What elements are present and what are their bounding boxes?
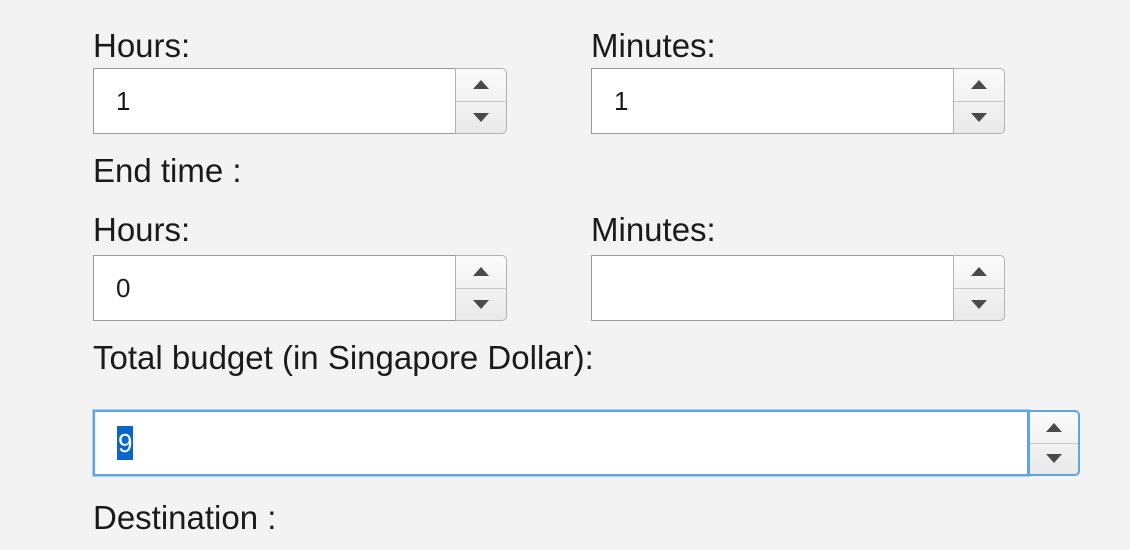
end-minutes-increment-button[interactable] xyxy=(954,256,1004,289)
start-hours-spin-buttons[interactable] xyxy=(455,68,507,134)
end-hours-increment-button[interactable] xyxy=(456,256,506,289)
chevron-down-icon xyxy=(1046,454,1062,464)
end-hours-spinner[interactable]: 0 xyxy=(93,255,507,321)
end-minutes-spin-buttons[interactable] xyxy=(953,255,1005,321)
end-time-title: End time : xyxy=(93,152,242,189)
start-minutes-input[interactable]: 1 xyxy=(591,68,955,134)
chevron-down-icon xyxy=(473,112,489,122)
start-minutes-increment-button[interactable] xyxy=(954,69,1004,102)
end-minutes-decrement-button[interactable] xyxy=(954,289,1004,321)
start-hours-spinner[interactable]: 1 xyxy=(93,68,507,134)
end-hours-spin-buttons[interactable] xyxy=(455,255,507,321)
end-minutes-label: Minutes: xyxy=(591,211,716,248)
budget-spin-buttons[interactable] xyxy=(1028,410,1080,476)
budget-spinner[interactable]: 9 xyxy=(93,410,1080,476)
end-hours-input[interactable]: 0 xyxy=(93,255,457,321)
destination-label: Destination : xyxy=(93,499,277,536)
start-minutes-label: Minutes: xyxy=(591,27,716,64)
chevron-up-icon xyxy=(473,80,489,90)
chevron-down-icon xyxy=(473,299,489,309)
start-hours-label: Hours: xyxy=(93,27,191,64)
chevron-up-icon xyxy=(971,267,987,277)
start-minutes-decrement-button[interactable] xyxy=(954,102,1004,134)
end-minutes-input[interactable] xyxy=(591,255,955,321)
end-minutes-spinner[interactable] xyxy=(591,255,1005,321)
start-minutes-spin-buttons[interactable] xyxy=(953,68,1005,134)
budget-selected-value: 9 xyxy=(117,426,134,460)
start-hours-increment-button[interactable] xyxy=(456,69,506,102)
chevron-down-icon xyxy=(971,112,987,122)
end-hours-decrement-button[interactable] xyxy=(456,289,506,321)
chevron-up-icon xyxy=(971,80,987,90)
chevron-up-icon xyxy=(1046,422,1062,432)
budget-input[interactable]: 9 xyxy=(93,410,1029,476)
budget-increment-button[interactable] xyxy=(1030,412,1078,444)
chevron-down-icon xyxy=(971,299,987,309)
budget-label: Total budget (in Singapore Dollar): xyxy=(93,339,594,376)
start-hours-input[interactable]: 1 xyxy=(93,68,457,134)
start-minutes-spinner[interactable]: 1 xyxy=(591,68,1005,134)
chevron-up-icon xyxy=(473,267,489,277)
start-hours-decrement-button[interactable] xyxy=(456,102,506,134)
end-hours-label: Hours: xyxy=(93,211,191,248)
budget-decrement-button[interactable] xyxy=(1030,444,1078,475)
